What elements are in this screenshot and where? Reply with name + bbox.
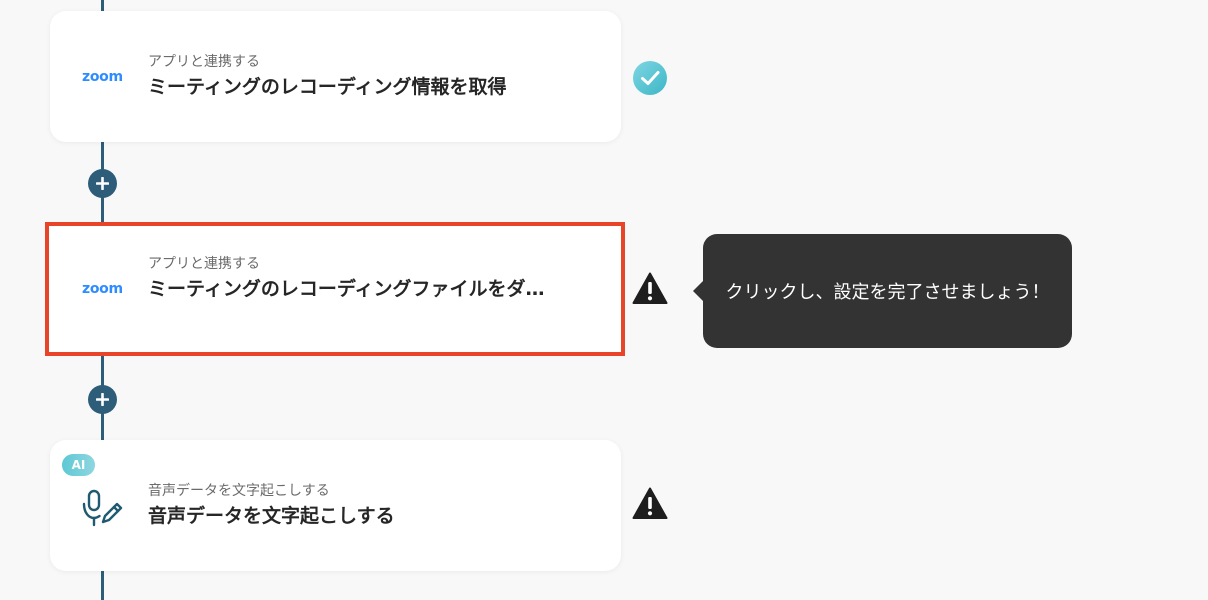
- zoom-logo: zoom: [82, 281, 123, 297]
- check-circle-icon: [633, 61, 667, 95]
- plus-icon: [96, 177, 109, 190]
- warning-triangle-icon: [632, 272, 668, 304]
- ai-badge: AI: [62, 454, 95, 476]
- tooltip-text: クリックし、設定を完了させましょう！: [725, 282, 1050, 303]
- step-text: 音声データを文字起こしする 音声データを文字起こしする: [148, 481, 597, 531]
- flow-step-card-1[interactable]: zoom アプリと連携する ミーティングのレコーディング情報を取得: [50, 11, 621, 142]
- microphone-pen-icon: [82, 489, 123, 527]
- plus-icon: [96, 393, 109, 406]
- step-text: アプリと連携する ミーティングのレコーディング情報を取得: [148, 52, 597, 102]
- tooltip-arrow: [693, 281, 703, 301]
- step-subtitle: アプリと連携する: [148, 256, 260, 272]
- flow-canvas: zoom アプリと連携する ミーティングのレコーディング情報を取得 zoom ア…: [0, 0, 1208, 600]
- add-step-button[interactable]: [88, 169, 117, 198]
- step-subtitle: 音声データを文字起こしする: [148, 483, 330, 499]
- zoom-logo: zoom: [82, 68, 123, 85]
- setup-hint-tooltip: クリックし、設定を完了させましょう！: [693, 234, 1072, 348]
- step-title: 音声データを文字起こしする: [148, 505, 395, 527]
- flow-step-card-2[interactable]: zoom アプリと連携する ミーティングのレコーディングファイルをダ…: [45, 222, 625, 356]
- step-title: ミーティングのレコーディング情報を取得: [148, 76, 507, 98]
- step-subtitle: アプリと連携する: [148, 54, 260, 70]
- add-step-button[interactable]: [88, 385, 117, 414]
- warning-triangle-icon: [632, 487, 668, 519]
- step-title: ミーティングのレコーディングファイルをダ…: [148, 278, 545, 300]
- flow-step-card-3[interactable]: AI 音声データを文字起こしする 音声データを文字起こしする: [50, 440, 621, 571]
- step-text: アプリと連携する ミーティングのレコーディングファイルをダ…: [148, 254, 597, 304]
